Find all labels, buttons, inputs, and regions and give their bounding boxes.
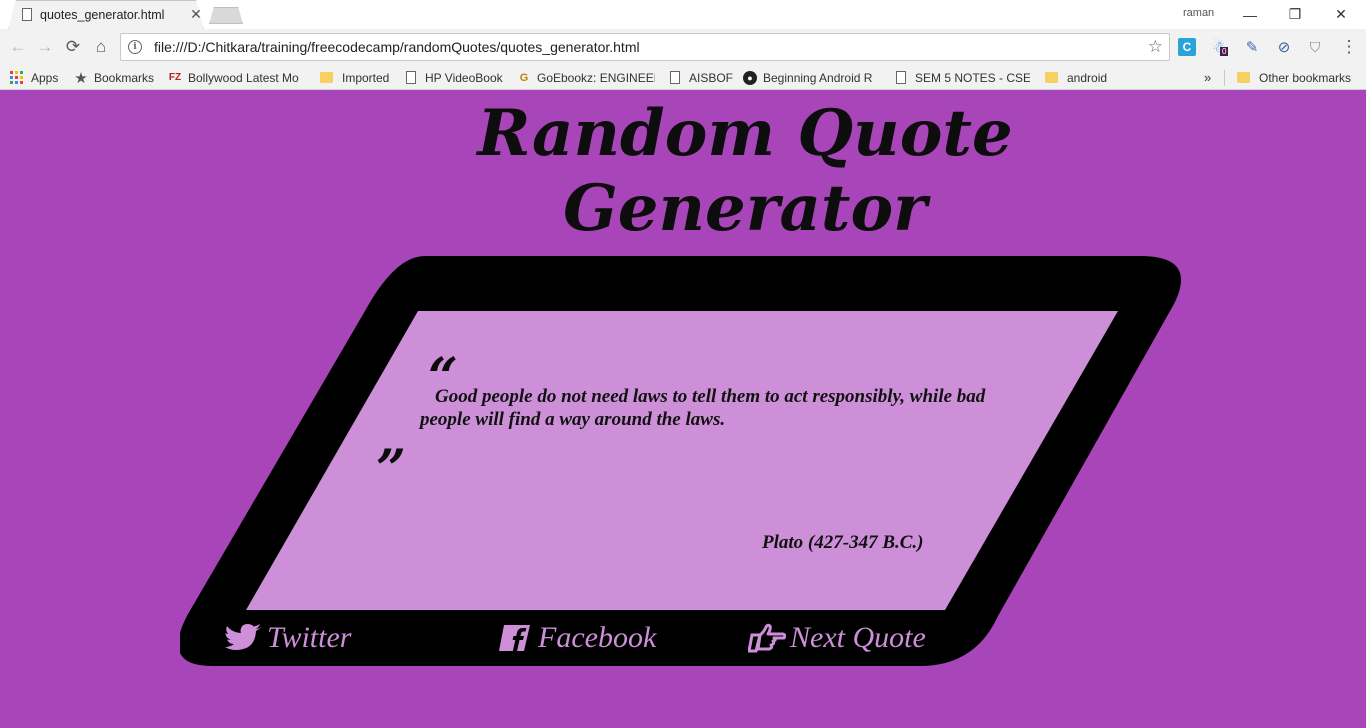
next-quote-button[interactable]: Next Quote (748, 620, 926, 656)
page-icon (406, 71, 416, 84)
fz-icon: FZ (168, 72, 182, 83)
page-icon (670, 71, 680, 84)
url-text[interactable]: file:///D:/Chitkara/training/freecodecam… (154, 39, 1148, 55)
bookmark-aisbof[interactable]: AISBOF (670, 68, 733, 87)
quote-author: Plato (427-347 B.C.) (762, 532, 924, 553)
bookmark-label: Bollywood Latest Mo (188, 70, 299, 85)
restore-button[interactable]: ❐ (1272, 0, 1318, 29)
folder-icon (1045, 72, 1058, 83)
bookmarks-bar: Apps ★ Bookmarks FZ Bollywood Latest Mo … (0, 65, 1366, 90)
bookmarks-overflow-button[interactable]: » (1204, 68, 1211, 87)
bookmark-label: AISBOF (689, 70, 734, 85)
folder-icon (320, 72, 333, 83)
close-quote-icon: ” (376, 439, 406, 500)
bookmark-label: Bookmarks (94, 70, 155, 85)
bookmark-imported[interactable]: Imported (320, 68, 389, 87)
profile-name[interactable]: raman (1183, 7, 1214, 19)
bookmarks-divider (1224, 70, 1225, 86)
shield-extension-icon[interactable]: ⛉ (1306, 38, 1324, 56)
tab-content: quotes_generator.html ✕ (22, 0, 204, 29)
twitter-button[interactable]: Twitter (225, 620, 351, 656)
home-button[interactable]: ⌂ (89, 35, 113, 59)
info-icon[interactable]: i (128, 40, 142, 54)
minimize-button[interactable]: — (1227, 0, 1273, 29)
goebookz-icon: G (519, 71, 529, 84)
facebook-button[interactable]: Facebook (496, 620, 656, 656)
ghost-extension-icon[interactable]: ☃ 0 (1210, 38, 1229, 56)
close-window-button[interactable]: ✕ (1318, 0, 1364, 29)
quote-text: Good people do not need laws to tell the… (420, 386, 986, 430)
hand-pointer-icon (748, 623, 786, 653)
page-icon (22, 8, 32, 21)
facebook-label: Facebook (538, 621, 657, 654)
star-icon: ★ (74, 69, 88, 87)
bookmark-label: Beginning Android R (763, 70, 873, 85)
page-title: Random Quote Generator (477, 96, 1013, 246)
bookmark-label: Other bookmarks (1259, 70, 1352, 85)
new-tab-button[interactable] (209, 7, 243, 24)
reload-button[interactable]: ⟳ (61, 35, 85, 59)
bookmark-android[interactable]: android (1045, 68, 1107, 87)
bookmark-bollywood[interactable]: FZ Bollywood Latest Mo (168, 68, 304, 87)
bookmark-label: Imported (342, 70, 390, 85)
bookmark-label: HP VideoBook (425, 70, 503, 85)
address-bar[interactable]: i file:///D:/Chitkara/training/freecodec… (120, 33, 1170, 61)
block-extension-icon[interactable]: ⊘ (1275, 38, 1293, 56)
bookmark-label: SEM 5 NOTES - CSE T (915, 70, 1030, 85)
bookmark-label: GoEbookz: ENGINEER (537, 70, 655, 85)
tab-title: quotes_generator.html (40, 7, 165, 22)
tab-close-icon[interactable]: ✕ (188, 6, 204, 23)
bookmark-sem5-notes[interactable]: SEM 5 NOTES - CSE T (896, 68, 1030, 87)
forward-button[interactable]: → (33, 35, 57, 59)
bookmark-goebookz[interactable]: G GoEbookz: ENGINEER (517, 68, 655, 87)
bookmark-hp-videobook[interactable]: HP VideoBook (406, 68, 503, 87)
page-icon (896, 71, 906, 84)
github-icon: ● (743, 70, 757, 85)
menu-icon[interactable]: ⋮ (1340, 37, 1358, 56)
twitter-icon (225, 623, 263, 653)
bookmark-apps[interactable]: Apps (10, 68, 58, 87)
bookmark-label: android (1067, 70, 1108, 85)
c-extension-icon[interactable]: C (1178, 38, 1196, 56)
facebook-icon (496, 623, 534, 653)
folder-icon (1237, 72, 1250, 83)
back-button[interactable]: ← (6, 35, 30, 59)
quote-card-shape (180, 256, 1182, 666)
bookmark-beginning-android[interactable]: ● Beginning Android R (743, 68, 881, 87)
bookmark-star-icon[interactable]: ☆ (1148, 37, 1163, 57)
apps-grid-icon (10, 71, 23, 84)
twitter-label: Twitter (267, 621, 352, 654)
quote-card (180, 256, 1186, 666)
tab-strip: quotes_generator.html ✕ raman — ❐ ✕ (0, 0, 1366, 30)
next-quote-label: Next Quote (790, 621, 926, 654)
bookmark-label: Apps (31, 70, 59, 85)
extension-badge: 0 (1220, 47, 1229, 56)
bookmark-bookmarks[interactable]: ★ Bookmarks (74, 68, 154, 87)
bookmark-other[interactable]: Other bookmarks (1237, 68, 1351, 87)
browser-toolbar: ← → ⟳ ⌂ i file:///D:/Chitkara/training/f… (0, 29, 1366, 65)
eyedropper-extension-icon[interactable]: ✎ (1243, 38, 1261, 56)
